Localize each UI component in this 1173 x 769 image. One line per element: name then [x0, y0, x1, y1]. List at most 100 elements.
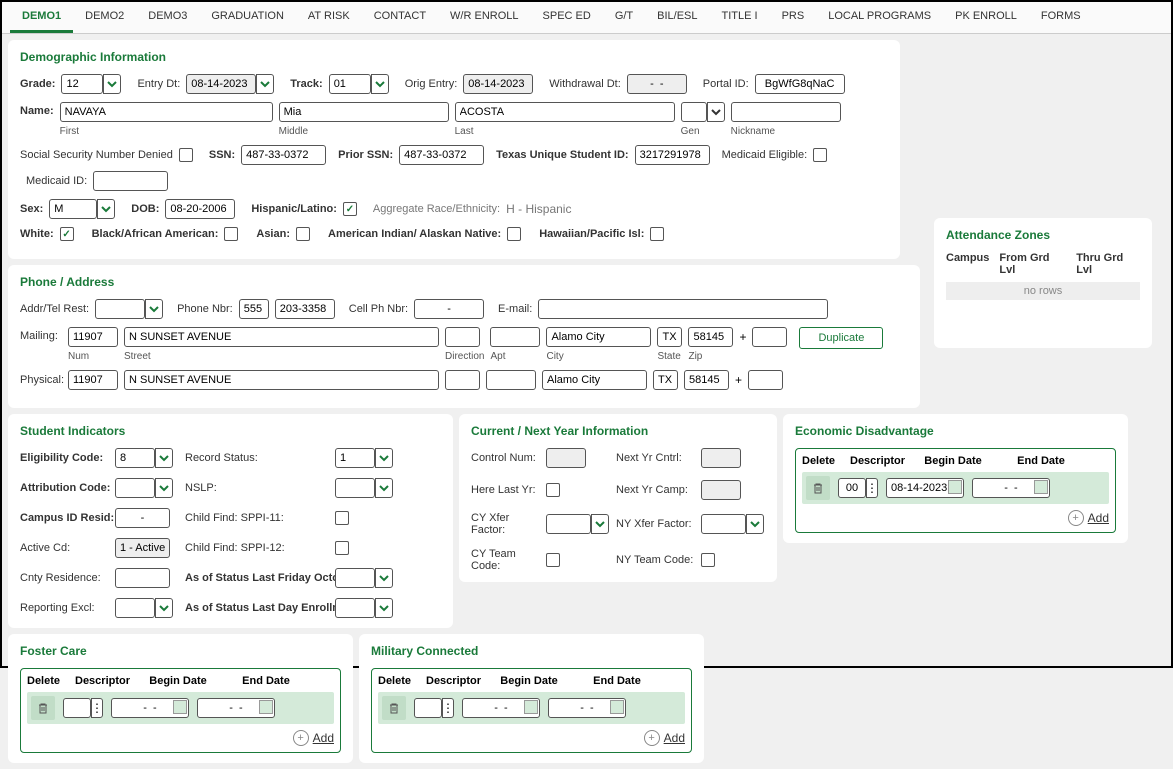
entry-dropdown[interactable] — [256, 74, 274, 94]
team-checkbox[interactable] — [546, 553, 560, 567]
hispanic-checkbox[interactable] — [343, 202, 357, 216]
nxfer-dropdown[interactable] — [746, 514, 764, 534]
mil-add-button[interactable]: +Add — [378, 730, 685, 746]
tab-bil-esl[interactable]: BIL/ESL — [645, 2, 709, 33]
tab-wr-enroll[interactable]: W/R ENROLL — [438, 2, 530, 33]
tab-forms[interactable]: FORMS — [1029, 2, 1093, 33]
duplicate-button[interactable]: Duplicate — [799, 327, 883, 349]
here-checkbox[interactable] — [546, 483, 560, 497]
middle-name-field[interactable] — [279, 102, 449, 122]
foster-desc-field[interactable] — [63, 698, 91, 718]
ssnd-checkbox[interactable] — [179, 148, 193, 162]
tusid-field[interactable] — [635, 145, 710, 165]
gen-field[interactable] — [681, 102, 707, 122]
tab-gt[interactable]: G/T — [603, 2, 645, 33]
tab-pk-enroll[interactable]: PK ENROLL — [943, 2, 1029, 33]
attr-dropdown[interactable] — [155, 478, 173, 498]
amind-checkbox[interactable] — [507, 227, 521, 241]
cf12-checkbox[interactable] — [335, 541, 349, 555]
medicaid-id-field[interactable] — [93, 171, 168, 191]
tab-demo2[interactable]: DEMO2 — [73, 2, 136, 33]
mail-num-field[interactable] — [68, 327, 118, 347]
sex-dropdown[interactable] — [97, 199, 115, 219]
enr-field[interactable] — [335, 598, 375, 618]
gen-dropdown[interactable] — [707, 102, 725, 122]
entry-field[interactable] — [186, 74, 256, 94]
mail-street-field[interactable] — [124, 327, 439, 347]
phys-zip4-field[interactable] — [748, 370, 783, 390]
black-checkbox[interactable] — [224, 227, 238, 241]
mil-desc-field[interactable] — [414, 698, 442, 718]
tab-title-i[interactable]: TITLE I — [710, 2, 770, 33]
elig-dropdown[interactable] — [155, 448, 173, 468]
calendar-icon[interactable] — [1034, 480, 1048, 494]
econ-delete-button[interactable] — [806, 476, 830, 500]
nslp-field[interactable] — [335, 478, 375, 498]
mail-city-field[interactable] — [546, 327, 651, 347]
rec-dropdown[interactable] — [375, 448, 393, 468]
dob-field[interactable] — [165, 199, 235, 219]
sex-field[interactable] — [49, 199, 97, 219]
mail-zip4-field[interactable] — [752, 327, 787, 347]
track-dropdown[interactable] — [371, 74, 389, 94]
tab-demo3[interactable]: DEMO3 — [136, 2, 199, 33]
withdrawal-field[interactable] — [627, 74, 687, 94]
phone-area-field[interactable] — [239, 299, 269, 319]
campus-field[interactable] — [115, 508, 170, 528]
xfer-field[interactable] — [546, 514, 591, 534]
mail-state-field[interactable] — [657, 327, 682, 347]
white-checkbox[interactable] — [60, 227, 74, 241]
nxfer-field[interactable] — [701, 514, 746, 534]
tab-graduation[interactable]: GRADUATION — [199, 2, 296, 33]
portal-field[interactable] — [755, 74, 845, 94]
calendar-icon[interactable] — [173, 700, 187, 714]
mail-zip-field[interactable] — [688, 327, 733, 347]
addr-rest-dropdown[interactable] — [145, 299, 163, 319]
nickname-field[interactable] — [731, 102, 841, 122]
calendar-icon[interactable] — [610, 700, 624, 714]
econ-add-button[interactable]: +Add — [802, 510, 1109, 526]
tab-demo1[interactable]: DEMO1 — [10, 2, 73, 33]
phys-street-field[interactable] — [124, 370, 439, 390]
econ-desc-field[interactable] — [838, 478, 866, 498]
ssn-field[interactable] — [241, 145, 326, 165]
tab-at-risk[interactable]: AT RISK — [296, 2, 362, 33]
rep-dropdown[interactable] — [155, 598, 173, 618]
rep-field[interactable] — [115, 598, 155, 618]
grade-dropdown[interactable] — [103, 74, 121, 94]
phys-city-field[interactable] — [542, 370, 647, 390]
econ-desc-dropdown[interactable]: ⋮ — [866, 478, 878, 498]
oct-field[interactable] — [335, 568, 375, 588]
xfer-dropdown[interactable] — [591, 514, 609, 534]
addr-rest-field[interactable] — [95, 299, 145, 319]
elig-field[interactable] — [115, 448, 155, 468]
phys-state-field[interactable] — [653, 370, 678, 390]
mail-apt-field[interactable] — [490, 327, 540, 347]
phys-zip-field[interactable] — [684, 370, 729, 390]
last-name-field[interactable] — [455, 102, 675, 122]
tab-contact[interactable]: CONTACT — [362, 2, 438, 33]
first-name-field[interactable] — [60, 102, 273, 122]
mil-delete-button[interactable] — [382, 696, 406, 720]
oct-dropdown[interactable] — [375, 568, 393, 588]
rec-field[interactable] — [335, 448, 375, 468]
calendar-icon[interactable] — [259, 700, 273, 714]
prior-ssn-field[interactable] — [399, 145, 484, 165]
grade-field[interactable] — [61, 74, 103, 94]
foster-add-button[interactable]: +Add — [27, 730, 334, 746]
nslp-dropdown[interactable] — [375, 478, 393, 498]
mail-dir-field[interactable] — [445, 327, 480, 347]
cnty-field[interactable] — [115, 568, 170, 588]
calendar-icon[interactable] — [524, 700, 538, 714]
track-field[interactable] — [329, 74, 371, 94]
nteam-checkbox[interactable] — [701, 553, 715, 567]
phys-apt-field[interactable] — [486, 370, 536, 390]
calendar-icon[interactable] — [948, 480, 962, 494]
mil-desc-dropdown[interactable]: ⋮ — [442, 698, 454, 718]
hawaii-checkbox[interactable] — [650, 227, 664, 241]
medicaid-elig-checkbox[interactable] — [813, 148, 827, 162]
orig-entry-field[interactable] — [463, 74, 533, 94]
foster-delete-button[interactable] — [31, 696, 55, 720]
enr-dropdown[interactable] — [375, 598, 393, 618]
cell-field[interactable] — [414, 299, 484, 319]
